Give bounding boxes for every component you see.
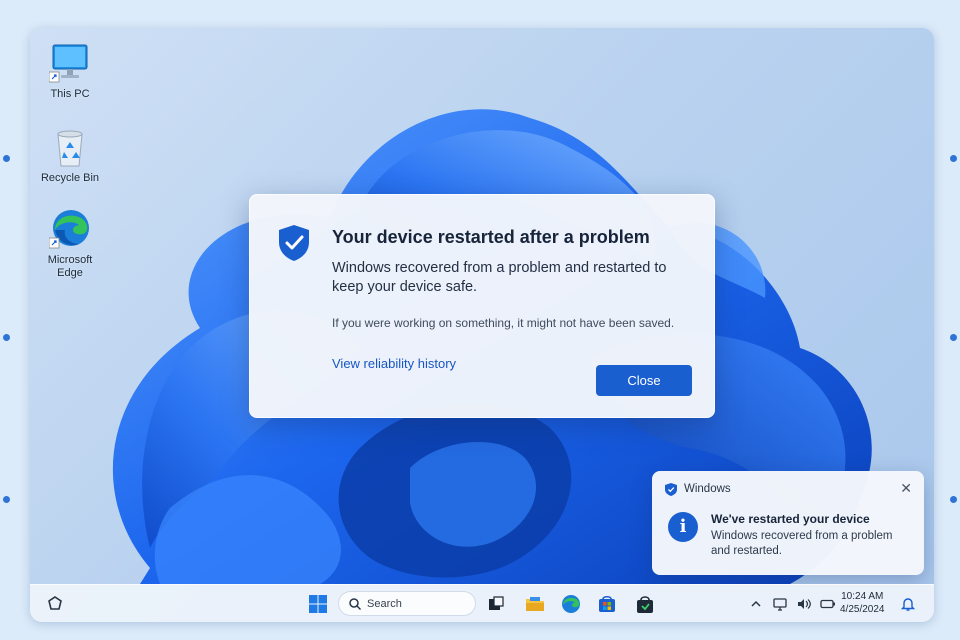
edge-dot [3,155,10,162]
edge-dot [950,496,957,503]
dialog-note: If you were working on something, it mig… [332,316,675,330]
network-icon[interactable] [772,596,788,612]
edge-dot [3,334,10,341]
desktop-icon-edge[interactable]: Microsoft Edge [30,208,110,280]
widgets-icon[interactable] [44,593,66,615]
notification-bell-icon[interactable] [900,596,916,612]
edge-taskbar-icon[interactable] [560,593,582,615]
desktop-icon-this-pc[interactable]: This PC [30,42,110,101]
desktop-screen: This PC Recycle Bin Microsoft Edge Your … [30,28,934,622]
recycle-bin-icon [49,126,91,168]
shield-check-icon [276,223,312,263]
search-placeholder: Search [367,598,402,610]
edge-dot [3,496,10,503]
shopping-bag-icon[interactable] [634,593,656,615]
edge-dot [950,155,957,162]
toast-title: We've restarted your device [711,512,870,526]
search-input[interactable]: Search [338,591,476,616]
file-explorer-icon[interactable] [524,593,546,615]
toast-app-name: Windows [684,483,731,495]
store-icon[interactable] [596,593,618,615]
close-icon[interactable]: ✕ [900,480,912,497]
edge-icon [48,208,91,250]
dialog-title: Your device restarted after a problem [332,227,650,247]
edge-dot [950,334,957,341]
taskbar: Search 10:24 AM 4/25/2024 [30,584,934,622]
desktop-icon-label: Microsoft Edge [47,254,93,279]
clock-date: 4/25/2024 [840,604,885,615]
clock-time: 10:24 AM [841,591,884,602]
desktop-icon-label: Recycle Bin [40,172,100,184]
start-icon[interactable] [307,593,329,615]
battery-icon[interactable] [820,596,836,612]
desktop-icon-label: This PC [50,88,90,100]
computer-icon [48,42,91,84]
volume-icon[interactable] [796,596,812,612]
dialog-body: Windows recovered from a problem and res… [332,260,667,295]
restart-dialog: Your device restarted after a problem Wi… [249,194,715,418]
reliability-history-link[interactable]: View reliability history [332,356,456,371]
chevron-up-icon[interactable] [748,596,764,612]
shield-icon [664,482,678,497]
desktop-icon-recycle-bin[interactable]: Recycle Bin [30,126,110,185]
notification-toast[interactable]: Windows ✕ i We've restarted your device … [652,471,924,575]
task-view-icon[interactable] [485,593,507,615]
clock[interactable]: 10:24 AM 4/25/2024 [840,590,885,616]
toast-body: Windows recovered from a problem and res… [711,530,893,557]
info-icon: i [668,512,698,542]
close-button[interactable]: Close [596,365,692,396]
search-icon [349,598,362,611]
